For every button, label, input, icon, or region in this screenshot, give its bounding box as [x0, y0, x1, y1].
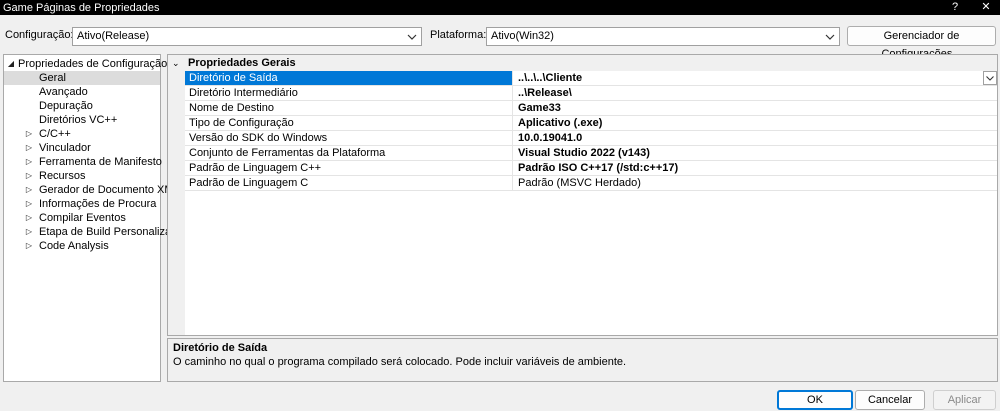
tree-item-label: Diretórios VC++: [39, 114, 118, 126]
tree-item-c-cpp[interactable]: ▷ C/C++: [4, 127, 160, 141]
property-grid: ⌄ Propriedades Gerais Diretório de Saída…: [167, 54, 998, 336]
property-value[interactable]: Padrão (MSVC Herdado): [515, 176, 641, 190]
property-value[interactable]: Padrão ISO C++17 (/std:c++17): [515, 161, 678, 175]
configuration-manager-button[interactable]: Gerenciador de Configurações...: [847, 26, 996, 60]
tree-item-label: Informações de Procura: [39, 198, 157, 210]
title-bar: Game Páginas de Propriedades ? ✕: [0, 0, 1000, 15]
property-value[interactable]: ..\Release\: [515, 86, 572, 100]
ok-button[interactable]: OK: [777, 390, 853, 410]
property-row-platform-toolset[interactable]: Conjunto de Ferramentas da Plataforma Vi…: [185, 146, 997, 161]
grid-margin: [168, 71, 185, 335]
tree-item-vc-directories[interactable]: Diretórios VC++: [4, 113, 160, 127]
configuration-select[interactable]: Ativo(Release): [72, 27, 422, 46]
chevron-down-icon: [407, 34, 417, 40]
property-name: Conjunto de Ferramentas da Plataforma: [185, 146, 513, 160]
tree-item-label: Etapa de Build Personalizado: [39, 226, 184, 238]
cancel-button[interactable]: Cancelar: [855, 390, 925, 410]
tree-item-label: Compilar Eventos: [39, 212, 126, 224]
property-value[interactable]: Visual Studio 2022 (v143): [515, 146, 650, 160]
tree-item-debugging[interactable]: Depuração: [4, 99, 160, 113]
collapsed-arrow-icon[interactable]: ▷: [24, 225, 34, 239]
property-value[interactable]: Aplicativo (.exe): [515, 116, 602, 130]
tree-item-label: Avançado: [39, 86, 88, 98]
property-row-c-language-standard[interactable]: Padrão de Linguagem C Padrão (MSVC Herda…: [185, 176, 997, 191]
collapsed-arrow-icon[interactable]: ▷: [24, 155, 34, 169]
tree-item-linker[interactable]: ▷ Vinculador: [4, 141, 160, 155]
tree-item-label: Ferramenta de Manifesto: [39, 156, 162, 168]
property-row-configuration-type[interactable]: Tipo de Configuração Aplicativo (.exe): [185, 116, 997, 131]
tree-item-label: Geral: [39, 72, 66, 84]
value-dropdown-button[interactable]: [983, 71, 997, 85]
chevron-down-icon: [825, 34, 835, 40]
tree-item-label: Propriedades de Configuração: [18, 58, 168, 70]
tree-item-resources[interactable]: ▷ Recursos: [4, 169, 160, 183]
property-value[interactable]: Game33: [515, 101, 561, 115]
configuration-value: Ativo(Release): [77, 30, 150, 42]
property-row-intermediate-directory[interactable]: Diretório Intermediário ..\Release\: [185, 86, 997, 101]
property-grid-body: ⌄ Propriedades Gerais Diretório de Saída…: [168, 55, 997, 335]
collapsed-arrow-icon[interactable]: ▷: [24, 169, 34, 183]
window-title: Game Páginas de Propriedades: [3, 1, 160, 14]
tree-item-xml-document-generator[interactable]: ▷ Gerador de Documento XML: [4, 183, 180, 197]
tree-item-manifest-tool[interactable]: ▷ Ferramenta de Manifesto: [4, 155, 162, 169]
help-button[interactable]: ?: [944, 0, 966, 15]
tree-item-configuration-properties[interactable]: ◢ Propriedades de Configuração: [4, 57, 167, 71]
property-name: Versão do SDK do Windows: [185, 131, 513, 145]
property-row-target-name[interactable]: Nome de Destino Game33: [185, 101, 997, 116]
property-row-output-directory[interactable]: Diretório de Saída ..\..\..\Cliente: [185, 71, 997, 86]
collapsed-arrow-icon[interactable]: ▷: [24, 127, 34, 141]
platform-label: Plataforma:: [430, 29, 487, 41]
tree-item-label: Recursos: [39, 170, 86, 182]
tree-item-label: Gerador de Documento XML: [39, 184, 180, 196]
tree-item-build-events[interactable]: ▷ Compilar Eventos: [4, 211, 160, 225]
tree-item-general[interactable]: Geral: [4, 71, 160, 85]
property-name: Padrão de Linguagem C: [185, 176, 513, 190]
close-button[interactable]: ✕: [975, 0, 997, 15]
property-row-cpp-language-standard[interactable]: Padrão de Linguagem C++ Padrão ISO C++17…: [185, 161, 997, 176]
collapsed-arrow-icon[interactable]: ▷: [24, 141, 34, 155]
platform-select[interactable]: Ativo(Win32): [486, 27, 840, 46]
tree-item-custom-build-step[interactable]: ▷ Etapa de Build Personalizado: [4, 225, 183, 239]
property-name: Nome de Destino: [185, 101, 513, 115]
apply-button[interactable]: Aplicar: [933, 390, 996, 410]
description-panel: Diretório de Saída O caminho no qual o p…: [167, 338, 998, 382]
configuration-label: Configuração:: [5, 29, 74, 41]
description-title: Diretório de Saída: [173, 342, 268, 354]
collapsed-arrow-icon[interactable]: ▷: [24, 211, 34, 225]
tree-item-code-analysis[interactable]: ▷ Code Analysis: [4, 239, 160, 253]
property-name: Diretório de Saída: [185, 71, 513, 85]
tree-item-label: Vinculador: [39, 142, 91, 154]
property-row-windows-sdk-version[interactable]: Versão do SDK do Windows 10.0.19041.0: [185, 131, 997, 146]
description-text: O caminho no qual o programa compilado s…: [173, 356, 627, 368]
tree-item-label: Depuração: [39, 100, 93, 112]
tree-item-advanced[interactable]: Avançado: [4, 85, 160, 99]
expanded-arrow-icon[interactable]: ◢: [6, 57, 16, 71]
collapsed-arrow-icon[interactable]: ▷: [24, 239, 34, 253]
property-value[interactable]: 10.0.19041.0: [515, 131, 582, 145]
section-title: Propriedades Gerais: [188, 57, 296, 69]
property-name: Diretório Intermediário: [185, 86, 513, 100]
chevron-down-icon: [986, 76, 994, 81]
property-name: Tipo de Configuração: [185, 116, 513, 130]
collapsed-arrow-icon[interactable]: ▷: [24, 197, 34, 211]
collapse-arrow-icon[interactable]: ⌄: [172, 55, 182, 71]
tree-item-label: C/C++: [39, 128, 71, 140]
tree-item-label: Code Analysis: [39, 240, 109, 252]
collapsed-arrow-icon[interactable]: ▷: [24, 183, 34, 197]
tree-item-browse-information[interactable]: ▷ Informações de Procura: [4, 197, 160, 211]
section-header-general-properties[interactable]: ⌄ Propriedades Gerais: [168, 55, 997, 71]
property-tree: ◢ Propriedades de Configuração Geral Ava…: [3, 54, 183, 382]
property-name: Padrão de Linguagem C++: [185, 161, 513, 175]
platform-value: Ativo(Win32): [491, 30, 554, 42]
property-value[interactable]: ..\..\..\Cliente: [515, 71, 582, 85]
